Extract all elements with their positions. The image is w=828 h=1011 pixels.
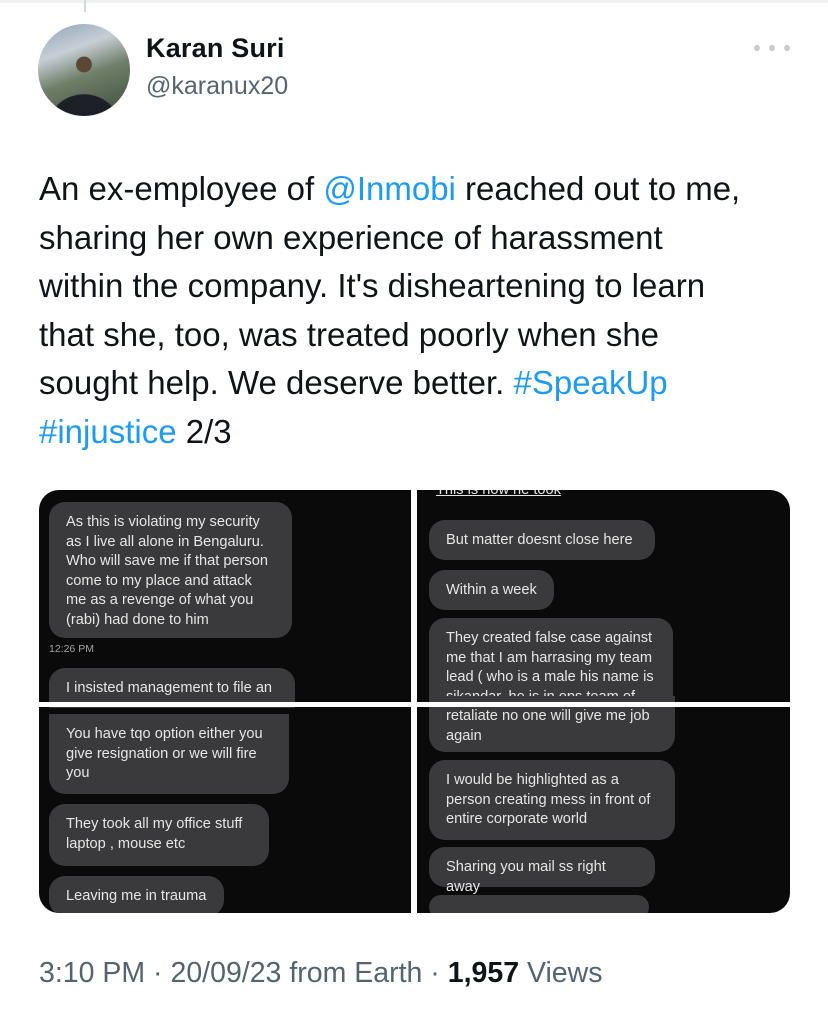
views-label: Views [526,957,603,989]
more-options-icon[interactable] [754,36,790,60]
tweet-date[interactable]: 20/09/23 [170,957,281,989]
tweet-text: An ex-employee of @Inmobi reached out to… [39,170,741,450]
chat-bubble: But matter doesnt close here [429,520,655,560]
chat-bubble: As this is violating my security as I li… [49,502,292,638]
chat-bubble: Leaving me in trauma [49,876,224,913]
hashtag-speakup[interactable]: #SpeakUp [514,364,668,401]
views-count: 1,957 [447,957,520,989]
chat-bubble: Sharing you mail ss right away [429,847,655,895]
collage-divider [39,702,790,707]
avatar[interactable] [38,24,130,116]
tweet-source: from Earth [289,957,423,989]
thread-line [84,0,86,12]
author-handle[interactable]: @karanux20 [146,72,288,101]
chat-bubble-clipped: This is how he took [436,490,561,498]
author-name[interactable]: Karan Suri [146,33,285,64]
tweet-time[interactable]: 3:10 PM [39,957,145,989]
mention-link[interactable]: @Inmobi [323,170,456,207]
hashtag-injustice[interactable]: #injustice [39,413,177,450]
top-border [0,0,828,3]
message-timestamp: 12:26 PM [49,643,94,655]
chat-bubble: Within a week [429,570,554,610]
chat-bubble: You have tqo option either you give resi… [49,714,289,794]
attached-image[interactable]: As this is violating my security as I li… [39,490,790,913]
tweet-metadata: 3:10 PM · 20/09/23 from Earth · 1,957 Vi… [39,957,603,989]
chat-bubble: They took all my office stuff laptop , m… [49,804,269,866]
chat-bubble-clipped [429,895,649,913]
chat-bubble: They created false case against me that … [429,618,673,708]
chat-bubble: I would be highlighted as a person creat… [429,760,675,840]
